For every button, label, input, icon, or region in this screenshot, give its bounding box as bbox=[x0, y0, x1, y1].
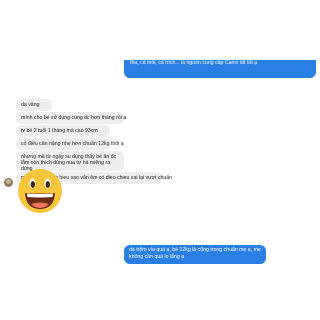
message-bubble-incoming: dạ trộm vía quá ạ, bé 12kg là cũng trong… bbox=[124, 245, 266, 264]
conversation-header bbox=[0, 34, 320, 60]
contact-avatar[interactable] bbox=[4, 178, 13, 187]
message-bubble-outgoing: mình cho bé sử dụng cung dc hơn tháng rồ… bbox=[16, 112, 126, 124]
message-bubble-outgoing: có điều cân nặng nhẹ hơn chuẩn 12kg thôi… bbox=[16, 138, 124, 150]
smiley-emoji bbox=[18, 169, 62, 213]
message-bubble-outgoing: tv bé 2 tuổi 1 tháng mà cao 93cm bbox=[16, 125, 110, 137]
message-bubble-outgoing: dạ vâng bbox=[16, 99, 52, 111]
